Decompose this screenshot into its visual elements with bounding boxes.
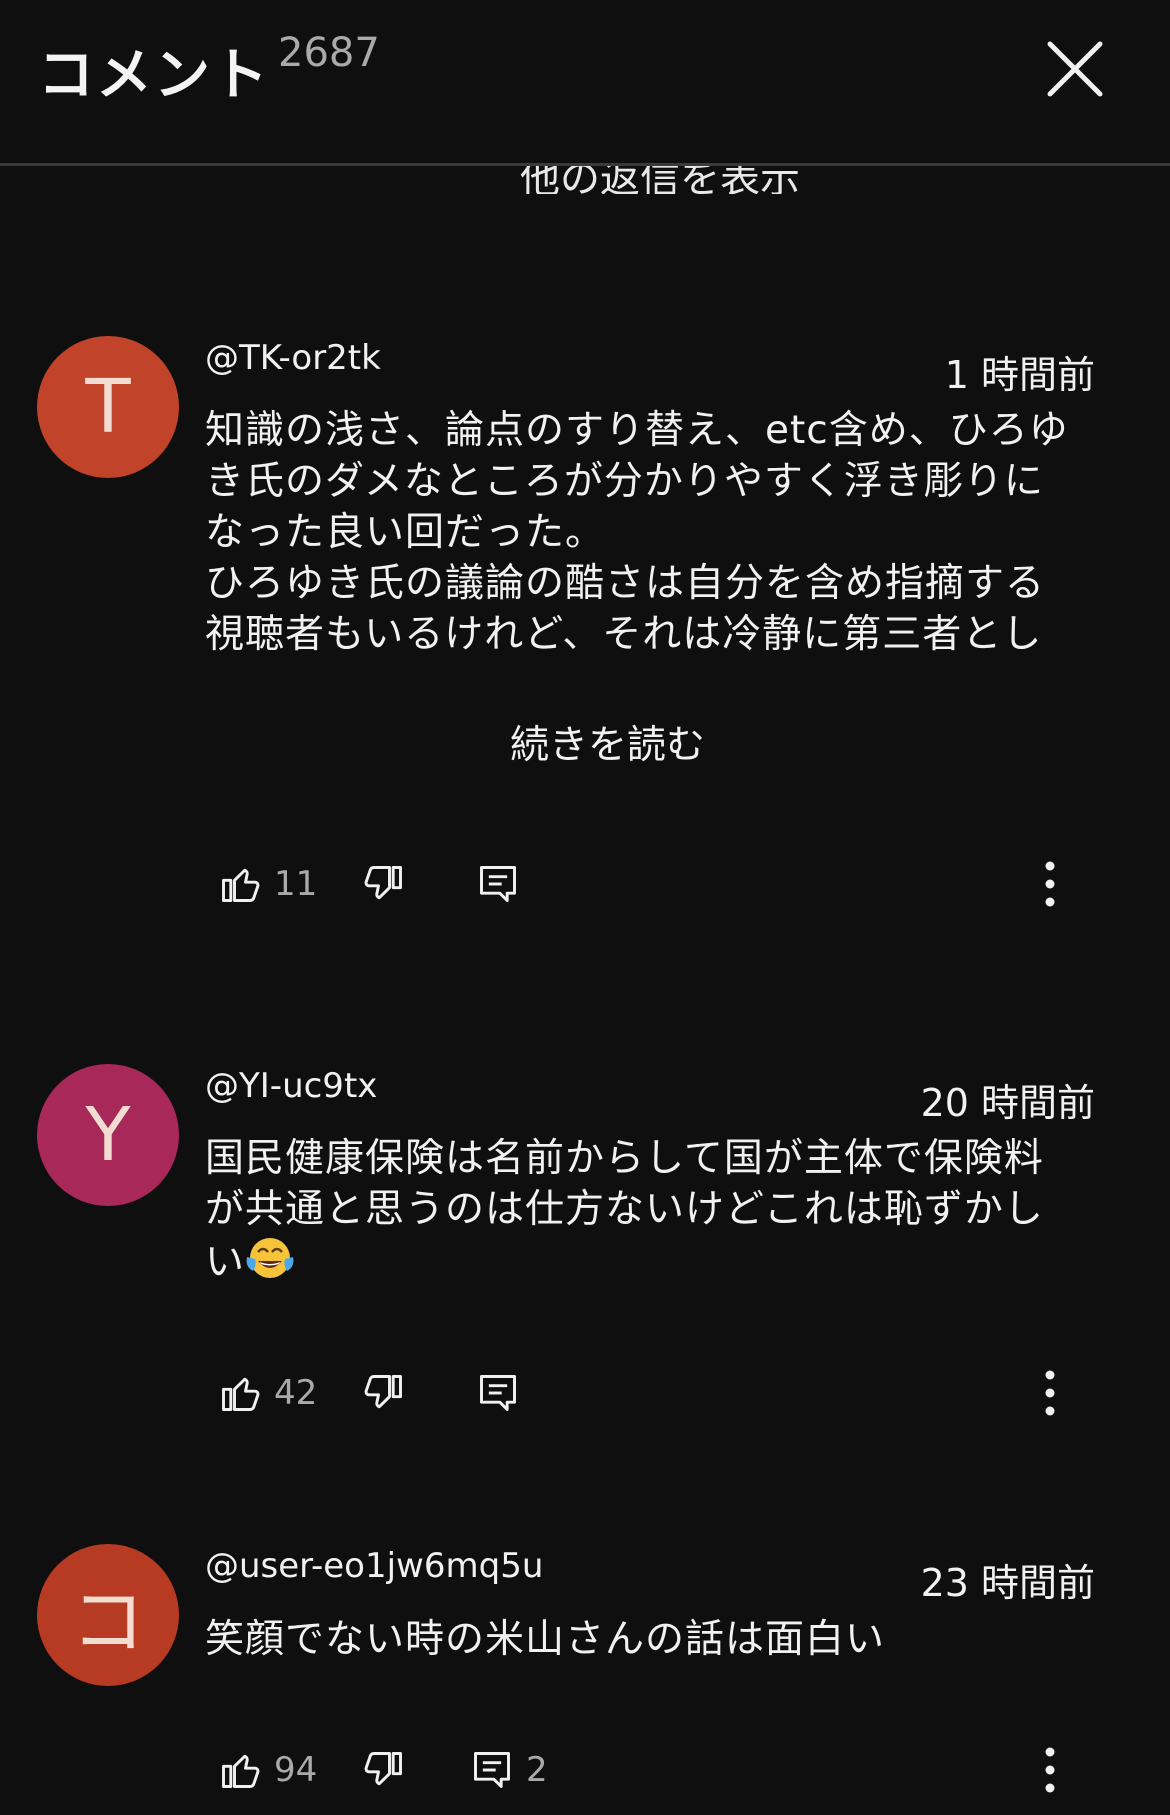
- more-vertical-icon: [1045, 861, 1055, 907]
- comment-actions: 42: [0, 1363, 1170, 1423]
- like-count: 11: [274, 864, 318, 904]
- like-button[interactable]: 94: [218, 1740, 317, 1800]
- comment-count: 2687: [278, 30, 380, 76]
- thumbs-down-icon: [364, 866, 402, 900]
- avatar-letter: コ: [71, 1578, 145, 1665]
- header-title: コメント: [38, 43, 270, 108]
- reply-button[interactable]: [476, 1363, 520, 1423]
- face-with-tears-of-joy-icon: [245, 1235, 295, 1294]
- comment-text: 笑顔でない時の米山さんの話は面白い: [205, 1617, 886, 1662]
- reply-icon: [480, 1375, 516, 1411]
- like-button[interactable]: 11: [218, 854, 317, 914]
- like-count: 94: [274, 1750, 318, 1790]
- like-button[interactable]: 42: [218, 1363, 317, 1423]
- comment-time: 23 時間前: [920, 1561, 1095, 1605]
- avatar[interactable]: Y: [37, 1064, 179, 1206]
- comment-time: 20 時間前: [920, 1081, 1095, 1125]
- dislike-button[interactable]: [362, 1363, 406, 1423]
- avatar-letter: Y: [85, 1092, 131, 1178]
- more-options-button[interactable]: [1030, 1363, 1070, 1423]
- comment-text: 国民健康保険は名前からして国が主体で保険料 が共通と思うのは仕方ないけどこれは恥…: [205, 1133, 1105, 1294]
- reply-button[interactable]: [476, 854, 520, 914]
- reply-icon: [480, 866, 516, 902]
- avatar[interactable]: T: [37, 336, 179, 478]
- comment-author[interactable]: @YI-uc9tx: [205, 1066, 377, 1106]
- comment-text: 知識の浅さ、論点のすり替え、etc含め、ひろゆ き氏のダメなところが分かりやすく…: [205, 408, 1069, 657]
- read-more-link[interactable]: 続きを読む: [0, 714, 1170, 770]
- more-options-button[interactable]: [1030, 854, 1070, 914]
- comment-actions: 94 2: [0, 1740, 1170, 1800]
- reply-icon: [474, 1752, 510, 1788]
- dislike-button[interactable]: [362, 854, 406, 914]
- comment-author[interactable]: @TK-or2tk: [205, 338, 381, 378]
- more-vertical-icon: [1045, 1747, 1055, 1793]
- more-options-button[interactable]: [1030, 1740, 1070, 1800]
- comment-actions: 11: [0, 854, 1170, 914]
- thumbs-down-icon: [364, 1752, 402, 1786]
- like-count: 42: [274, 1373, 318, 1413]
- reply-button[interactable]: 2: [470, 1740, 548, 1800]
- comment-author[interactable]: @user-eo1jw6mq5u: [205, 1546, 543, 1586]
- reply-count: 2: [526, 1750, 548, 1790]
- close-icon[interactable]: [1040, 34, 1110, 104]
- comments-header: コメント 2687: [0, 0, 1170, 166]
- avatar[interactable]: コ: [37, 1544, 179, 1686]
- thumbs-up-icon: [222, 1377, 260, 1411]
- comment-text-content: 国民健康保険は名前からして国が主体で保険料 が共通と思うのは仕方ないけどこれは恥…: [205, 1136, 1044, 1285]
- thumbs-up-icon: [222, 1754, 260, 1788]
- more-vertical-icon: [1045, 1370, 1055, 1416]
- dislike-button[interactable]: [362, 1740, 406, 1800]
- thumbs-down-icon: [364, 1375, 402, 1409]
- thumbs-up-icon: [222, 868, 260, 902]
- avatar-letter: T: [85, 364, 131, 450]
- comment-time: 1 時間前: [944, 353, 1095, 397]
